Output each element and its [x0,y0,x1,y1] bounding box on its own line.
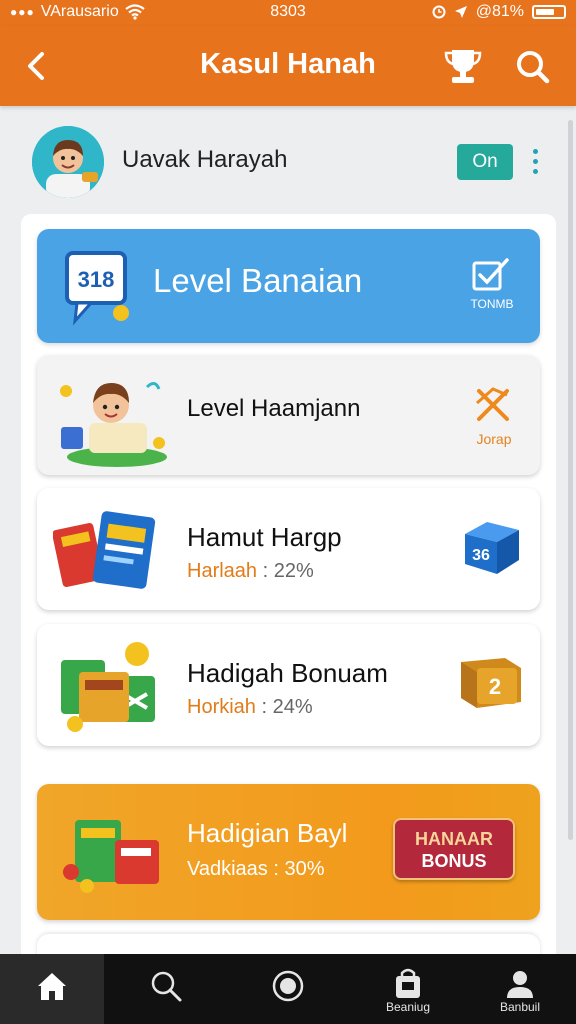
profile-name: Uavak Harayah [122,146,288,173]
checklist-icon[interactable] [471,257,511,293]
hamut-item-sub: Harlaah : 22% [187,560,314,583]
tools-cross-icon[interactable] [473,385,513,425]
on-toggle-button[interactable]: On [457,144,513,180]
nav-search[interactable] [114,954,218,1024]
profile-row: Uavak Harayah On [0,120,576,200]
more-options-icon[interactable] [528,146,542,180]
alarm-icon [432,5,446,19]
child-avatar-icon [32,126,104,198]
nav-profile[interactable]: Banbuil [468,954,572,1024]
bonus-button-line1: HANAAR [415,829,493,849]
nav-record[interactable] [236,954,340,1024]
status-right: @81% [432,3,566,21]
app-bar: Kasul Hanah [0,26,576,106]
blue-cube-icon[interactable]: 36 [457,516,523,578]
person-icon [507,971,533,998]
level-banner-label: Level Banaian [153,262,363,299]
level-chat-icon: 318 [65,251,129,326]
search-icon[interactable] [512,46,552,86]
hamut-item-card[interactable]: Hamut Hargp Harlaah : 22% 36 [37,488,540,610]
gift-box-icon [61,642,155,732]
level-item-caption: Jorap [476,431,512,447]
page-title: Kasul Hanah [200,48,376,80]
hamut-item-sub-value: : 22% [262,560,314,582]
level-banner-caption: TONMB [470,297,514,311]
hamut-badge-text: 36 [472,547,490,564]
battery-icon [532,5,566,19]
hamut-item-sub-key: Harlaah [187,560,258,582]
search-icon [151,971,182,1002]
gold-block-icon[interactable]: 2 [455,648,527,714]
record-icon [272,970,304,1002]
level-item-label: Level Haamjann [187,395,361,422]
kid-reading-icon [60,382,167,467]
location-arrow-icon [454,6,467,18]
hadigah-item-label: Hadigah Bonuam [187,658,388,688]
nav-home[interactable] [0,954,104,1024]
bonus-button[interactable]: HANAAR BONUS [393,818,515,880]
nav-bag-label: Beaniug [385,1000,431,1014]
nav-bag[interactable]: Beaniug [356,954,460,1024]
hadigah-item-sub-key: Horkiah [187,696,256,718]
avatar[interactable] [32,126,104,198]
bonus-button-line2: BONUS [421,851,487,871]
promo-card[interactable]: Hadigian Bayl Vadkiaas : 30% HANAAR BONU… [37,784,540,920]
level-icon-text: 318 [78,267,115,292]
status-bar: ●●● VArausario 8303 @81% [0,0,576,26]
battery-percent: @81% [475,3,524,20]
hadigah-item-card[interactable]: Hadigah Bonuam Horkiah : 24% 2 [37,624,540,746]
level-banner-card[interactable]: 318 Level Banaian TONMB [37,229,540,343]
hadigah-item-sub: Horkiah : 24% [187,696,313,719]
level-item-card[interactable]: Level Haamjann Jorap [37,355,540,475]
scrollbar[interactable] [568,120,573,840]
hamut-item-label: Hamut Hargp [187,522,342,552]
promo-label: Hadigian Bayl [187,818,348,848]
hadigah-badge-text: 2 [489,674,501,699]
promo-sub: Vadkiaas : 30% [187,858,325,880]
hadigah-item-sub-value: : 24% [261,696,313,718]
book-pack-icon [53,511,156,589]
home-icon [38,973,66,1000]
trophy-icon[interactable] [444,46,482,86]
bag-icon [396,968,420,998]
bottom-nav: Beaniug Banbuil [0,954,576,1024]
nav-profile-label: Banbuil [499,1000,541,1014]
promo-gift-icon [63,820,159,893]
